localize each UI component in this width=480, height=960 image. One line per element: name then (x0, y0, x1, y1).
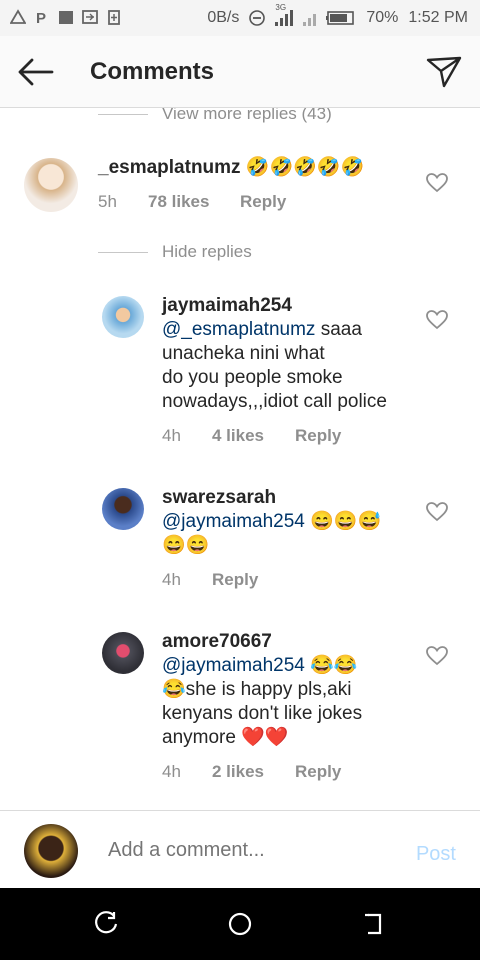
avatar[interactable] (102, 296, 144, 338)
view-more-replies[interactable]: View more replies (43) (98, 108, 332, 124)
avatar[interactable] (102, 488, 144, 530)
back-nav-button[interactable] (360, 910, 388, 938)
home-button[interactable] (226, 910, 254, 938)
clock: 1:52 PM (408, 9, 468, 26)
divider-line (98, 113, 148, 115)
comment-text-line: 😄😄😅 (304, 511, 382, 532)
like-heart-icon[interactable] (426, 646, 448, 666)
comment-body: swarezsarah @jaymaimah254 😄😄😅 😄😄 (162, 486, 452, 558)
page-title: Comments (90, 58, 215, 85)
post-button[interactable]: Post (416, 843, 456, 866)
comment-time: 4h (162, 762, 181, 781)
recents-button[interactable] (94, 910, 122, 938)
comment-meta: 5h 78 likes Reply (98, 192, 286, 212)
comment-text-line: do you people smoke (162, 367, 343, 388)
share-button[interactable] (424, 52, 464, 92)
comments-list: View more replies (43) _esmaplatnumz 🤣🤣🤣… (0, 108, 480, 810)
divider-line (98, 251, 148, 253)
app-header: Comments (0, 36, 480, 108)
square-icon (59, 11, 73, 24)
like-heart-icon[interactable] (426, 502, 448, 522)
comment-input[interactable] (108, 839, 388, 862)
reply-comment: jaymaimah254 @_esmaplatnumz saaa unachek… (0, 288, 480, 448)
comment-time: 4h (162, 570, 181, 589)
view-more-replies-label: View more replies (43) (162, 108, 332, 123)
likes-count[interactable]: 4 likes (212, 426, 295, 446)
back-button[interactable] (14, 52, 58, 92)
signal-2-icon (303, 10, 317, 26)
username[interactable]: _esmaplatnumz (98, 157, 241, 178)
likes-count[interactable]: 2 likes (212, 762, 295, 782)
mention-link[interactable]: @_esmaplatnumz (162, 319, 315, 340)
mention-link[interactable]: @jaymaimah254 (162, 511, 305, 532)
reply-comment: swarezsarah @jaymaimah254 😄😄😅 😄😄 4h Repl… (0, 480, 480, 600)
reply-button[interactable]: Reply (240, 192, 286, 212)
avatar[interactable] (102, 632, 144, 674)
comment-body: amore70667 @jaymaimah254 😂😂 😂she is happ… (162, 630, 452, 750)
username[interactable]: swarezsarah (162, 487, 276, 508)
comment-text-line: 😂😂 (304, 655, 358, 676)
system-nav-bar (0, 888, 480, 960)
username[interactable]: jaymaimah254 (162, 295, 292, 316)
dnd-icon (249, 10, 266, 26)
network-type: 3G (275, 3, 287, 12)
reply-comment: amore70667 @jaymaimah254 😂😂 😂she is happ… (0, 624, 480, 784)
send-icon (426, 56, 462, 88)
comment-body: jaymaimah254 @_esmaplatnumz saaa unachek… (162, 294, 452, 414)
reply-button[interactable]: Reply (212, 570, 258, 590)
comment-input-bar: Post (0, 810, 480, 888)
current-user-avatar (24, 824, 78, 878)
network-speed: 0B/s (207, 9, 240, 26)
p-icon: P (36, 10, 46, 25)
comment-text-line: kenyans don't like jokes (162, 703, 363, 724)
battery-level: 70% (366, 9, 399, 26)
comment-time: 4h (162, 426, 181, 445)
comment-text-line: 😂she is happy pls,aki (162, 679, 352, 700)
signal-icon: 3G (275, 3, 294, 26)
mention-link[interactable]: @jaymaimah254 (162, 655, 305, 676)
comment-text-line: anymore ❤️❤️ (162, 727, 289, 748)
warning-icon (10, 9, 26, 24)
parent-comment: _esmaplatnumz 🤣🤣🤣🤣🤣 5h 78 likes Reply (0, 148, 480, 248)
comment-text-line: saaa (315, 319, 362, 340)
comment-meta: 4h Reply (162, 570, 258, 590)
comment-meta: 4h 4 likes Reply (162, 426, 341, 446)
hide-replies-label: Hide replies (162, 242, 252, 261)
comment-meta: 4h 2 likes Reply (162, 762, 341, 782)
battery-saver-icon (108, 10, 120, 25)
comment-time: 5h (98, 192, 117, 211)
like-heart-icon[interactable] (426, 310, 448, 330)
status-right: 0B/s 3G 70% 1:52 PM (207, 3, 468, 27)
comment-text-line: unacheka nini what (162, 343, 325, 364)
hide-replies[interactable]: Hide replies (98, 242, 252, 262)
back-arrow-icon (18, 58, 54, 86)
likes-count[interactable]: 78 likes (148, 192, 240, 212)
comment-body: _esmaplatnumz 🤣🤣🤣🤣🤣 (98, 156, 418, 180)
cast-icon (82, 10, 98, 24)
comment-text-line: nowadays,,,idiot call police (162, 391, 387, 412)
status-bar: P 0B/s 3G 70% 1:52 PM (0, 0, 480, 36)
battery-icon (326, 11, 355, 25)
reply-button[interactable]: Reply (295, 762, 341, 782)
avatar[interactable] (24, 158, 78, 212)
svg-text:P: P (36, 10, 46, 25)
reply-button[interactable]: Reply (295, 426, 341, 446)
username[interactable]: amore70667 (162, 631, 272, 652)
status-left-icons: P (10, 9, 122, 25)
like-heart-icon[interactable] (426, 173, 448, 193)
comment-emoji: 🤣🤣🤣🤣🤣 (245, 157, 365, 178)
comment-text-line: 😄😄 (162, 535, 210, 556)
